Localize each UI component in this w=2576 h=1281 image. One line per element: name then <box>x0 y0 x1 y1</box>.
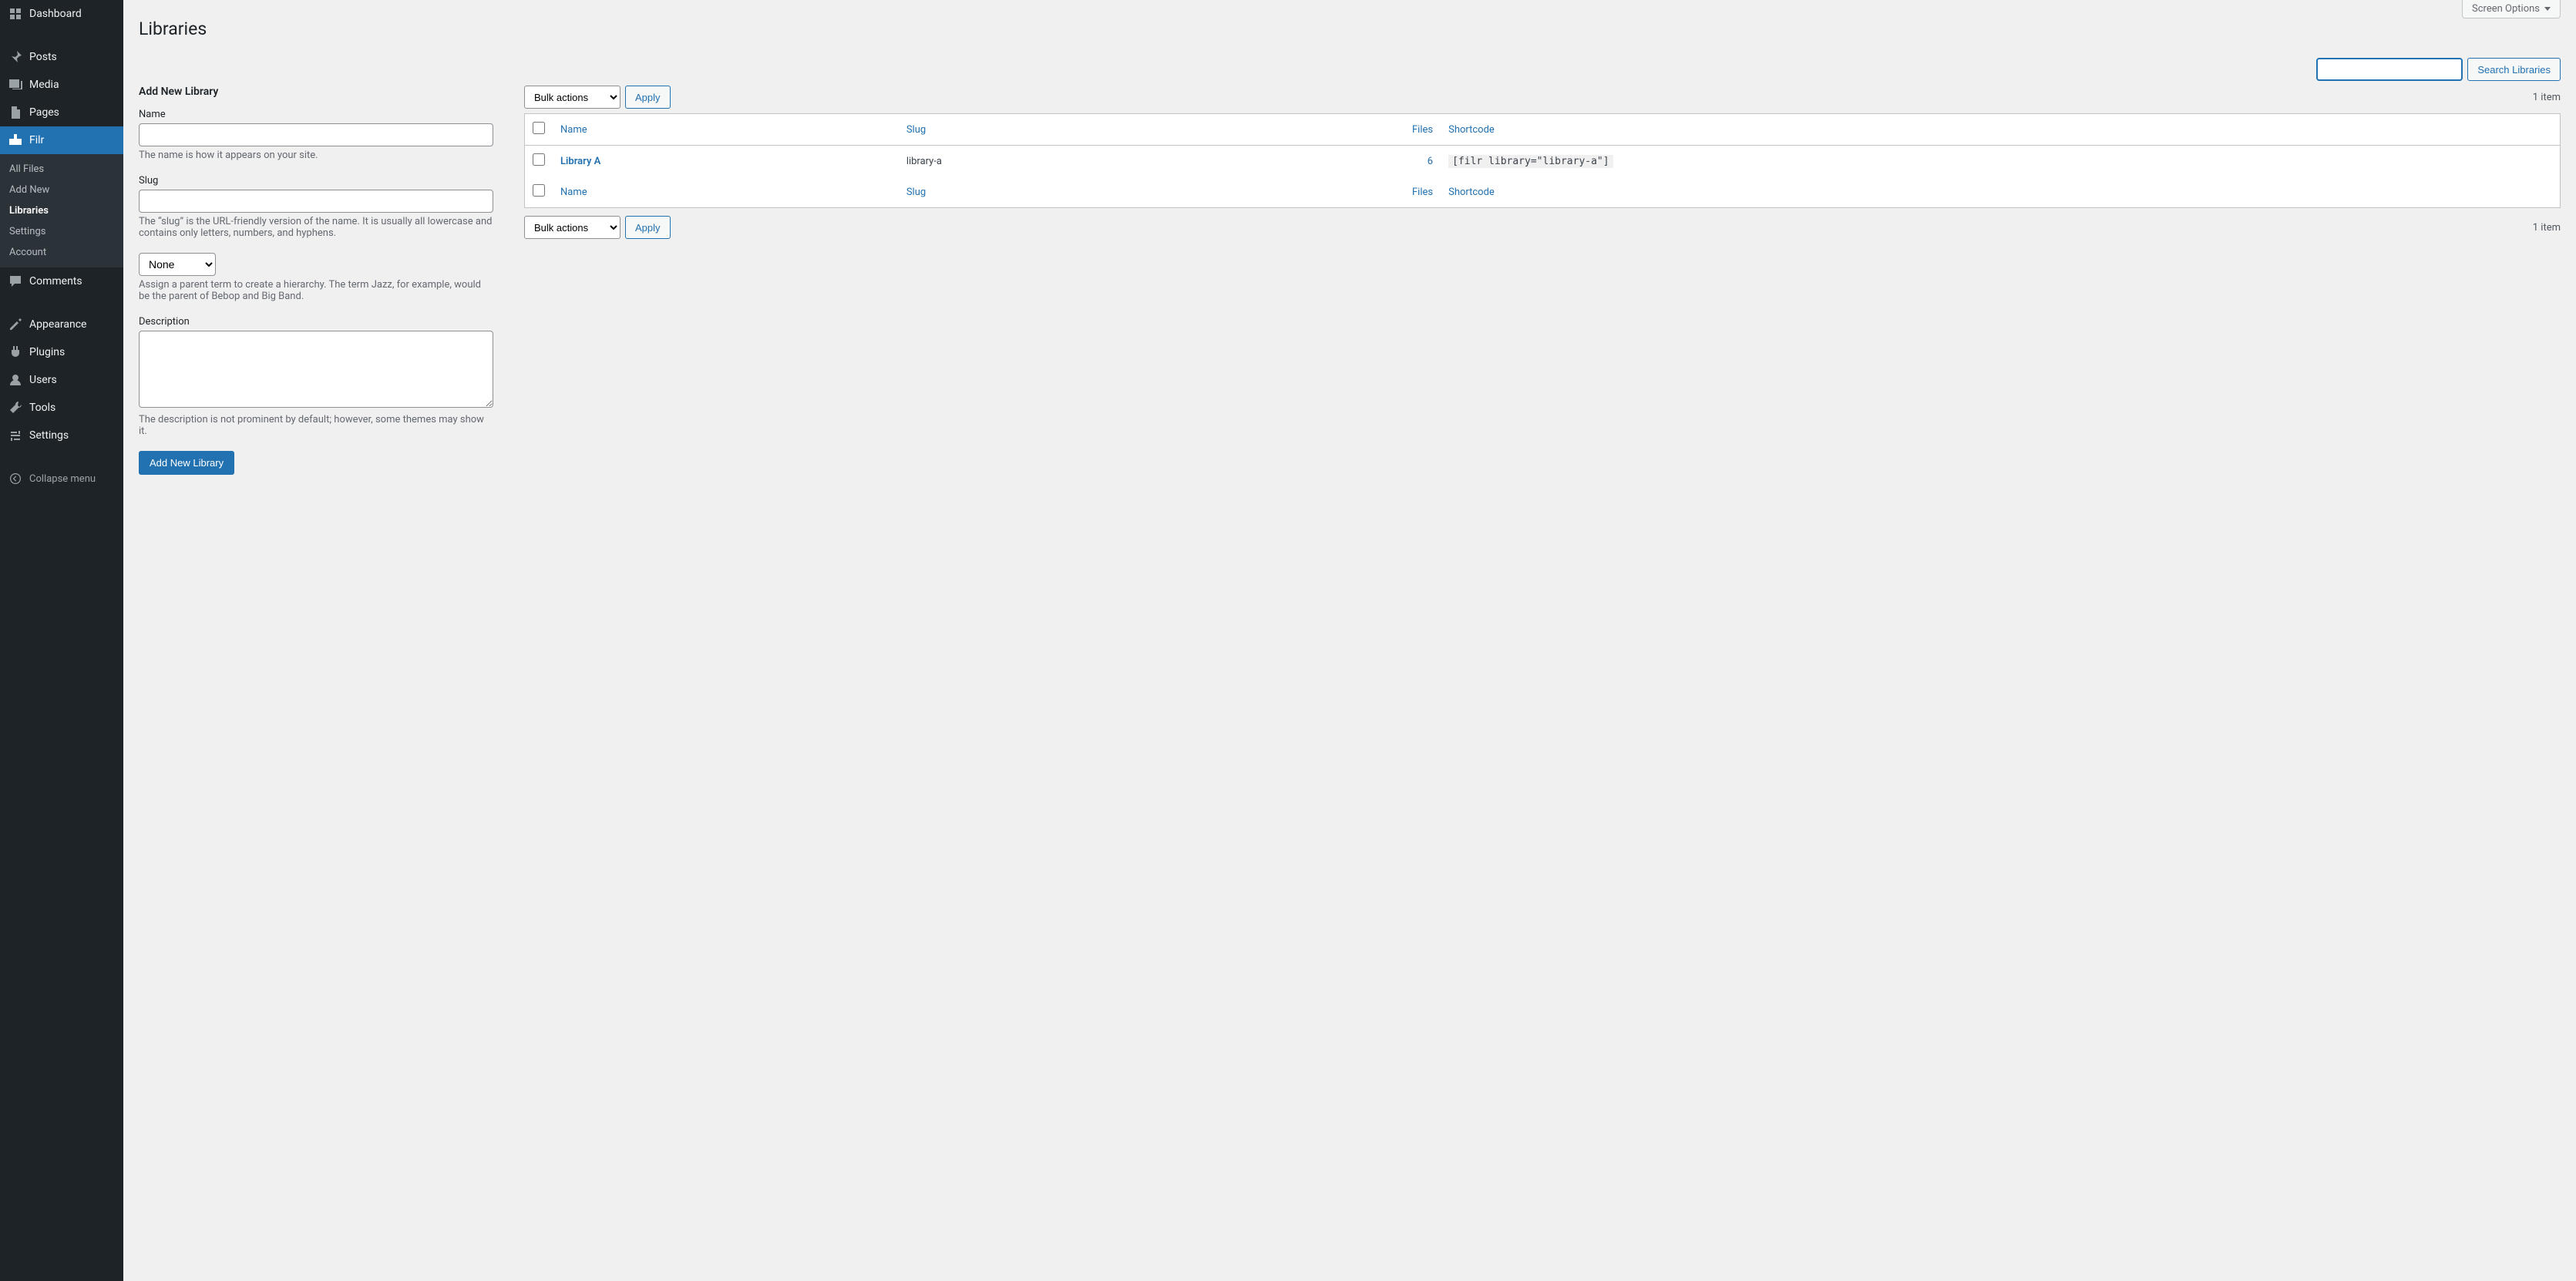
parent-description: Assign a parent term to create a hierarc… <box>139 279 493 302</box>
users-icon <box>8 372 23 388</box>
screen-options-button[interactable]: Screen Options <box>2462 0 2561 18</box>
parent-select[interactable]: None <box>139 253 216 276</box>
sidebar-item-label: Settings <box>29 429 69 442</box>
item-count-top: 1 item <box>2533 92 2561 103</box>
sidebar-sub-libraries[interactable]: Libraries <box>0 200 123 221</box>
row-checkbox[interactable] <box>533 153 545 166</box>
sidebar-sub-addnew[interactable]: Add New <box>0 180 123 200</box>
column-header-name[interactable]: Name <box>560 124 587 136</box>
add-new-form: Add New Library Name The name is how it … <box>139 86 493 475</box>
description-label: Description <box>139 316 493 328</box>
row-name-link[interactable]: Library A <box>560 156 600 167</box>
name-field[interactable] <box>139 123 493 146</box>
sidebar-item-plugins[interactable]: Plugins <box>0 338 123 366</box>
sidebar-item-filr[interactable]: Filr <box>0 126 123 154</box>
apply-button-top[interactable]: Apply <box>625 86 671 109</box>
select-all-checkbox-top[interactable] <box>533 122 545 134</box>
sidebar-item-media[interactable]: Media <box>0 71 123 99</box>
row-shortcode: [filr library="library-a"] <box>1448 155 1613 168</box>
slug-field[interactable] <box>139 190 493 213</box>
sidebar-item-label: Plugins <box>29 346 65 358</box>
sidebar-item-pages[interactable]: Pages <box>0 99 123 126</box>
column-footer-shortcode[interactable]: Shortcode <box>1448 187 1495 198</box>
sidebar-item-comments[interactable]: Comments <box>0 267 123 295</box>
sidebar-item-tools[interactable]: Tools <box>0 394 123 422</box>
slug-description: The “slug” is the URL-friendly version o… <box>139 216 493 239</box>
item-count-bottom: 1 item <box>2533 222 2561 234</box>
sidebar-item-label: Pages <box>29 106 59 119</box>
tablenav-bottom: Bulk actions Apply 1 item <box>524 216 2561 239</box>
plugins-icon <box>8 345 23 360</box>
pages-icon <box>8 105 23 120</box>
bulk-actions-select-bottom[interactable]: Bulk actions <box>524 216 620 239</box>
table-row: Library A library-a 6 [filr library="lib… <box>525 146 2561 177</box>
search-libraries-button[interactable]: Search Libraries <box>2467 58 2561 81</box>
dashboard-icon <box>8 6 23 22</box>
screen-options-label: Screen Options <box>2472 3 2540 15</box>
collapse-icon <box>8 471 23 486</box>
column-footer-files[interactable]: Files <box>1412 187 1433 198</box>
sidebar-sub-account[interactable]: Account <box>0 242 123 263</box>
comments-icon <box>8 274 23 289</box>
column-header-files[interactable]: Files <box>1412 124 1433 136</box>
slug-label: Slug <box>139 175 493 187</box>
search-input[interactable] <box>2316 58 2463 81</box>
form-heading: Add New Library <box>139 86 493 98</box>
libraries-table: Name Slug Files Shortcode Library A libr… <box>524 113 2561 208</box>
add-new-library-button[interactable]: Add New Library <box>139 451 234 475</box>
description-field[interactable] <box>139 331 493 408</box>
settings-icon <box>8 428 23 443</box>
sidebar-item-label: Tools <box>29 402 55 414</box>
tablenav-top: Bulk actions Apply 1 item <box>524 86 2561 109</box>
sidebar-item-label: Dashboard <box>29 8 82 20</box>
sidebar-item-label: Users <box>29 374 57 386</box>
filr-icon <box>8 133 23 148</box>
sidebar-sub-settings[interactable]: Settings <box>0 221 123 242</box>
tools-icon <box>8 400 23 415</box>
table-area: Bulk actions Apply 1 item Name Slug <box>524 86 2561 475</box>
search-box: Search Libraries <box>139 58 2561 81</box>
sidebar-item-label: Appearance <box>29 318 86 331</box>
column-footer-name[interactable]: Name <box>560 187 587 198</box>
sidebar-item-label: Posts <box>29 51 57 63</box>
description-help: The description is not prominent by defa… <box>139 414 493 437</box>
sidebar-item-appearance[interactable]: Appearance <box>0 311 123 338</box>
row-slug: library-a <box>899 146 1216 177</box>
main-content: Screen Options Libraries Search Librarie… <box>123 0 2576 1281</box>
sidebar-item-dashboard[interactable]: Dashboard <box>0 0 123 28</box>
sidebar-item-settings[interactable]: Settings <box>0 422 123 449</box>
name-label: Name <box>139 109 493 120</box>
bulk-actions-select-top[interactable]: Bulk actions <box>524 86 620 109</box>
collapse-menu-button[interactable]: Collapse menu <box>0 465 123 493</box>
sidebar-item-label: Media <box>29 79 59 91</box>
row-files-link[interactable]: 6 <box>1428 156 1433 167</box>
chevron-down-icon <box>2544 7 2551 11</box>
column-header-slug[interactable]: Slug <box>906 124 926 136</box>
pin-icon <box>8 49 23 65</box>
apply-button-bottom[interactable]: Apply <box>625 216 671 239</box>
sidebar-item-label: Filr <box>29 134 44 146</box>
page-title: Libraries <box>139 18 2561 39</box>
sidebar-sub-allfiles[interactable]: All Files <box>0 159 123 180</box>
media-icon <box>8 77 23 92</box>
name-description: The name is how it appears on your site. <box>139 150 493 161</box>
collapse-label: Collapse menu <box>29 473 96 485</box>
sidebar-item-posts[interactable]: Posts <box>0 43 123 71</box>
sidebar-submenu-filr: All Files Add New Libraries Settings Acc… <box>0 154 123 267</box>
sidebar-item-label: Comments <box>29 275 82 287</box>
sidebar: Dashboard Posts Media Pages Filr All Fil… <box>0 0 123 1281</box>
appearance-icon <box>8 317 23 332</box>
sidebar-item-users[interactable]: Users <box>0 366 123 394</box>
column-header-shortcode[interactable]: Shortcode <box>1448 124 1495 136</box>
column-footer-slug[interactable]: Slug <box>906 187 926 198</box>
select-all-checkbox-bottom[interactable] <box>533 184 545 197</box>
